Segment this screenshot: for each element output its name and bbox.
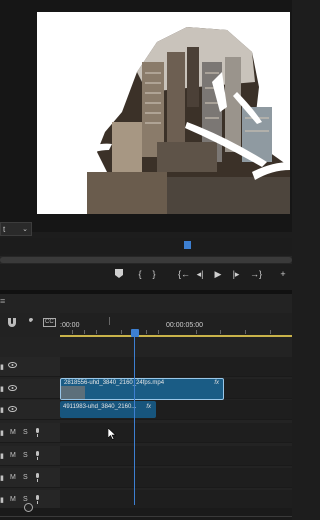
- lock-icon[interactable]: ▮: [0, 406, 4, 414]
- work-area-bar[interactable]: [60, 335, 292, 337]
- monitor-playhead[interactable]: [184, 241, 191, 249]
- fx-badge[interactable]: fx: [146, 404, 151, 410]
- track-lane-a1[interactable]: [60, 423, 292, 443]
- timeline-zoom-bar[interactable]: [0, 508, 292, 520]
- mute-button[interactable]: M: [10, 452, 16, 459]
- fx-badge[interactable]: fx: [214, 380, 219, 386]
- track-header-a2[interactable]: [0, 446, 60, 466]
- solo-button[interactable]: S: [23, 496, 28, 503]
- track-header-a3[interactable]: [0, 468, 60, 488]
- zoom-level-select[interactable]: t ⌄: [0, 222, 32, 236]
- track-lane-a3[interactable]: [60, 468, 292, 488]
- lock-icon[interactable]: ▮: [0, 363, 4, 371]
- lock-icon[interactable]: ▮: [0, 452, 4, 460]
- ruler-tick: [245, 330, 246, 334]
- lock-icon[interactable]: ▮: [0, 496, 4, 504]
- ruler-tick: [84, 330, 85, 334]
- zoom-level-value: t: [3, 225, 6, 234]
- track-header-a1[interactable]: [0, 423, 60, 443]
- solo-button[interactable]: S: [23, 429, 28, 436]
- lock-icon[interactable]: ▮: [0, 429, 4, 437]
- ruler-tick: [158, 330, 159, 334]
- ruler-tick: [121, 330, 122, 334]
- clip-v1[interactable]: 4911983-uhd_3840_2160... fx: [60, 401, 156, 418]
- play-button[interactable]: ▶: [211, 266, 225, 282]
- panel-menu-icon[interactable]: ≡: [0, 296, 5, 306]
- timeline-playhead[interactable]: [131, 329, 139, 337]
- track-lane-v3[interactable]: [60, 357, 292, 377]
- mic-icon[interactable]: [35, 428, 40, 439]
- captions-button[interactable]: CC: [43, 318, 56, 327]
- mic-icon[interactable]: [35, 451, 40, 462]
- wrench-icon[interactable]: [26, 318, 35, 329]
- program-monitor-frame[interactable]: [37, 12, 290, 214]
- monitor-zoom-scrollbar-thumb[interactable]: [0, 257, 292, 263]
- go-to-out-button[interactable]: →}: [247, 266, 265, 282]
- go-to-in-button[interactable]: {←: [175, 266, 193, 282]
- ruler-tick: [72, 330, 73, 334]
- eye-icon[interactable]: [8, 406, 17, 414]
- step-back-button[interactable]: ◂|: [193, 266, 207, 282]
- mute-button[interactable]: M: [10, 496, 16, 503]
- ruler-tick: [146, 330, 147, 334]
- ruler-mid-timecode: 00:00:05:00: [166, 322, 203, 329]
- add-button[interactable]: +: [276, 266, 290, 282]
- mark-in-button[interactable]: {: [133, 266, 147, 282]
- marker-icon[interactable]: [112, 266, 126, 282]
- timeline-playhead-line[interactable]: [134, 337, 135, 505]
- ruler-tick: [220, 330, 221, 334]
- mute-button[interactable]: M: [10, 474, 16, 481]
- mouse-cursor-icon: [107, 427, 117, 445]
- mute-button[interactable]: M: [10, 429, 16, 436]
- monitor-time-ruler[interactable]: [0, 238, 292, 254]
- eye-icon[interactable]: [8, 362, 17, 370]
- timeline-zoom-track: [0, 516, 292, 517]
- ruler-tick: [109, 317, 110, 325]
- solo-button[interactable]: S: [23, 474, 28, 481]
- chevron-down-icon: ⌄: [22, 226, 28, 233]
- track-lane-a4[interactable]: [60, 490, 292, 510]
- ruler-tick: [96, 330, 97, 334]
- ruler-start-timecode: :00:00: [60, 322, 80, 329]
- timeline-zoom-handle[interactable]: [24, 503, 33, 512]
- lock-icon[interactable]: ▮: [0, 474, 4, 482]
- ruler-tick: [270, 330, 271, 334]
- track-lane-a2[interactable]: [60, 446, 292, 466]
- mark-out-button[interactable]: }: [147, 266, 161, 282]
- ruler-tick: [196, 330, 197, 334]
- eye-icon[interactable]: [8, 385, 17, 393]
- mic-icon[interactable]: [35, 473, 40, 484]
- clip-thumbnail: [61, 386, 85, 399]
- clip-name: 4911983-uhd_3840_2160...: [63, 404, 137, 410]
- step-forward-button[interactable]: |▸: [229, 266, 243, 282]
- double-exposure-image: [37, 12, 290, 214]
- magnet-icon[interactable]: [8, 318, 16, 329]
- lock-icon[interactable]: ▮: [0, 385, 4, 393]
- solo-button[interactable]: S: [23, 452, 28, 459]
- mic-icon[interactable]: [35, 495, 40, 506]
